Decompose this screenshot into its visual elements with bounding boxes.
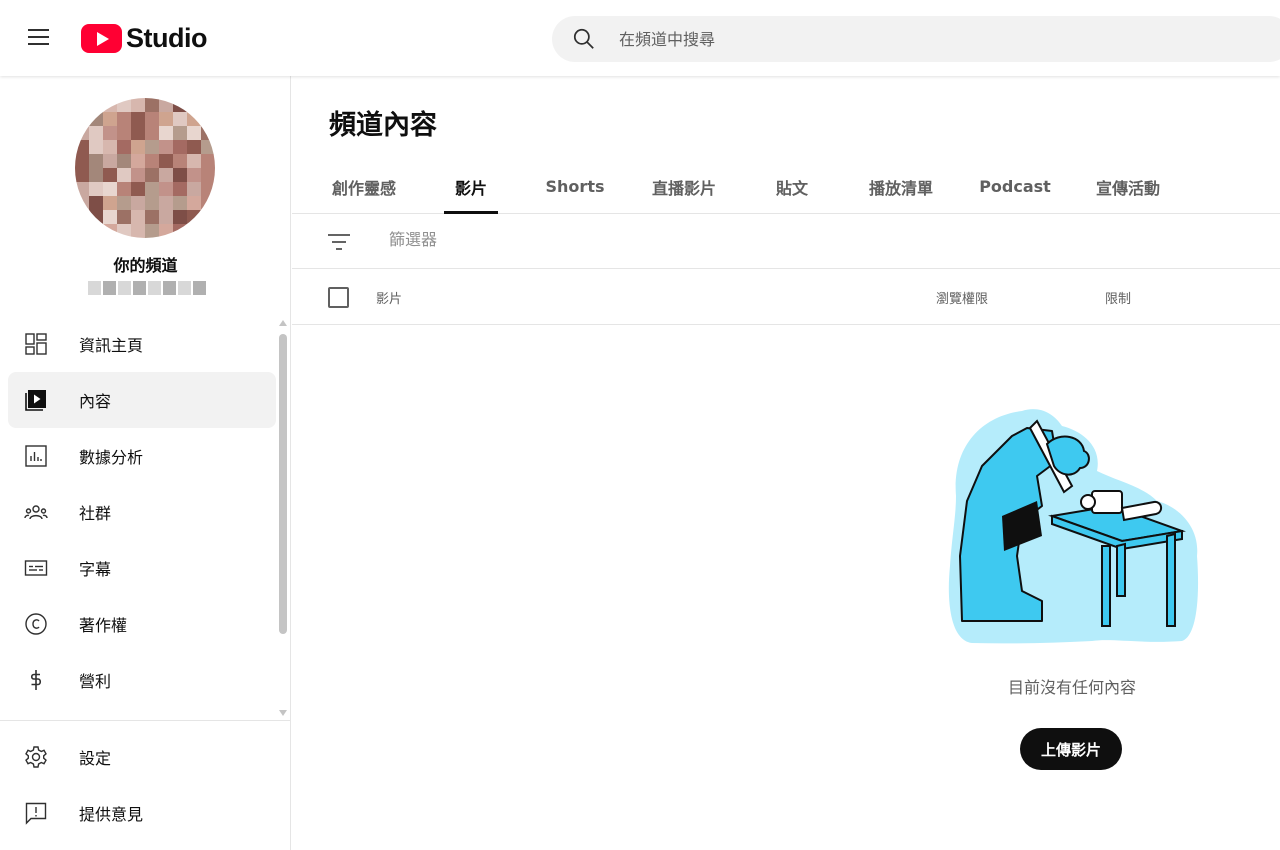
tab-playlists[interactable]: 播放清單 (866, 160, 936, 213)
upload-video-button[interactable]: 上傳影片 (1020, 728, 1122, 770)
avatar[interactable] (75, 98, 215, 238)
sidebar-item-copyright[interactable]: 著作權 (8, 596, 276, 652)
scroll-down-arrow[interactable] (279, 710, 287, 716)
sidebar-scrollbar[interactable] (279, 334, 287, 634)
search-icon[interactable] (571, 26, 597, 52)
analytics-icon (24, 444, 48, 468)
channel-label: 你的頻道 (113, 256, 178, 275)
copyright-icon (24, 612, 48, 636)
top-bar: Studio (0, 0, 1280, 76)
sidebar-bottom-nav: 設定 提供意見 (8, 729, 276, 841)
content-tabs: 創作靈感 影片 Shorts 直播影片 貼文 播放清單 Podcast 宣傳活動 (292, 160, 1280, 214)
studio-logo[interactable]: Studio (81, 22, 207, 54)
empty-state-message: 目前沒有任何內容 (1007, 678, 1136, 697)
column-restrictions[interactable]: 限制 (1105, 288, 1131, 307)
empty-state-illustration (948, 409, 1199, 644)
select-all-checkbox[interactable] (328, 287, 349, 308)
sidebar-item-label: 資訊主頁 (79, 336, 144, 355)
filter-input[interactable] (389, 230, 889, 249)
sidebar-item-label: 設定 (79, 749, 112, 768)
sidebar-nav: 資訊主頁 內容 數據分析 社群 字幕 著作權 營利 (8, 316, 276, 708)
feedback-icon (24, 801, 48, 825)
sidebar-item-community[interactable]: 社群 (8, 484, 276, 540)
sidebar-divider (0, 720, 291, 721)
sidebar-item-dashboard[interactable]: 資訊主頁 (8, 316, 276, 372)
sidebar-item-label: 內容 (79, 392, 112, 411)
sidebar-item-label: 營利 (79, 672, 112, 691)
youtube-play-icon (81, 23, 122, 53)
content-icon (24, 388, 48, 412)
column-video[interactable]: 影片 (376, 288, 402, 307)
sidebar-item-label: 社群 (79, 504, 112, 523)
filter-bar (292, 214, 1280, 269)
sidebar-item-label: 數據分析 (79, 448, 144, 467)
menu-icon[interactable] (24, 26, 54, 50)
community-icon (24, 500, 48, 524)
filter-icon[interactable] (327, 232, 351, 252)
scroll-up-arrow[interactable] (279, 320, 287, 326)
sidebar-item-content[interactable]: 內容 (8, 372, 276, 428)
sidebar-item-label: 字幕 (79, 560, 112, 579)
tab-live[interactable]: 直播影片 (649, 160, 719, 213)
tab-promotions[interactable]: 宣傳活動 (1093, 160, 1163, 213)
logo-text: Studio (126, 22, 207, 53)
sidebar-item-subtitles[interactable]: 字幕 (8, 540, 276, 596)
sidebar-item-monetization[interactable]: 營利 (8, 652, 276, 708)
column-visibility[interactable]: 瀏覽權限 (936, 288, 988, 307)
main-content: 頻道內容 創作靈感 影片 Shorts 直播影片 貼文 播放清單 Podcast… (292, 76, 1280, 850)
tab-posts[interactable]: 貼文 (774, 160, 810, 213)
sidebar-item-label: 著作權 (79, 616, 128, 635)
tab-podcast[interactable]: Podcast (979, 160, 1051, 213)
search-bar[interactable] (552, 16, 1280, 62)
subtitles-icon (24, 556, 48, 580)
tab-shorts[interactable]: Shorts (546, 160, 605, 213)
sidebar-item-feedback[interactable]: 提供意見 (8, 785, 276, 841)
tab-inspiration[interactable]: 創作靈感 (329, 160, 399, 213)
monetization-icon (24, 668, 48, 692)
sidebar-item-settings[interactable]: 設定 (8, 729, 276, 785)
sidebar: 你的頻道 資訊主頁 內容 數據分析 社群 字幕 著作權 營利 設定 提供意見 (0, 76, 291, 850)
sidebar-item-analytics[interactable]: 數據分析 (8, 428, 276, 484)
settings-icon (24, 745, 48, 769)
channel-handle-blurred (88, 281, 206, 295)
page-title: 頻道內容 (329, 110, 437, 141)
table-header: 影片 瀏覽權限 限制 (292, 269, 1280, 325)
search-input[interactable] (619, 29, 1219, 49)
sidebar-item-label: 提供意見 (79, 805, 144, 824)
tab-videos[interactable]: 影片 (444, 160, 498, 214)
dashboard-icon (24, 332, 48, 356)
